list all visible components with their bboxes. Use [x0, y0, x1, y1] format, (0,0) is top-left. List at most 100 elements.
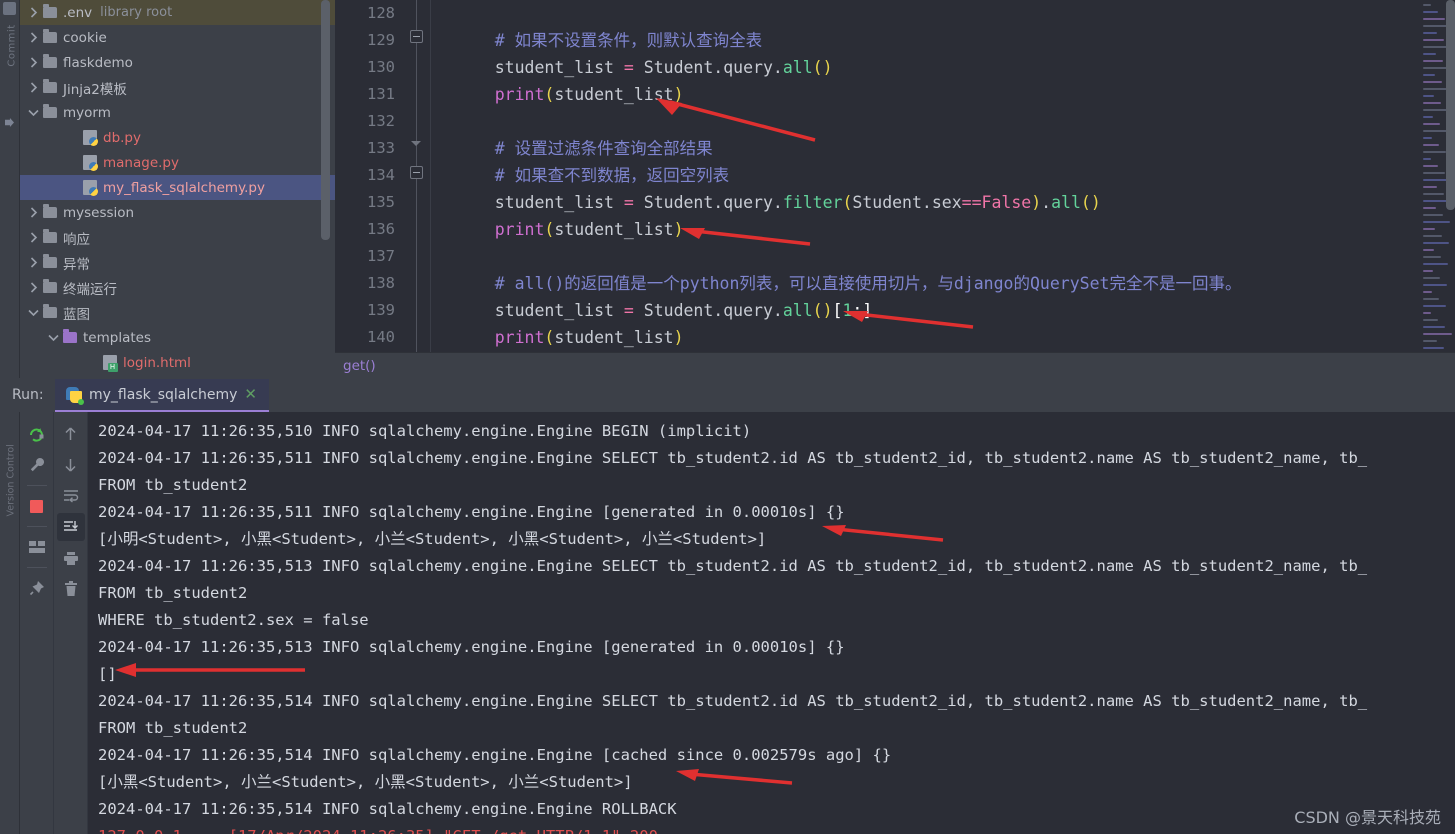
code-line[interactable]: # 设置过滤条件查询全部结果 [455, 135, 1419, 162]
tree-item-loginhtml[interactable]: login.html [20, 350, 335, 375]
toolbar-divider [26, 485, 47, 486]
code-line[interactable] [455, 243, 1419, 270]
trash-icon[interactable] [57, 575, 85, 603]
chevron-right-icon[interactable] [26, 5, 41, 20]
run-tool-window: Run: my_flask_sqlalchemy ✕ Version Contr… [0, 378, 1455, 834]
arrow-up-icon[interactable] [57, 420, 85, 448]
soft-wrap-icon[interactable] [57, 482, 85, 510]
line-number: 129 [367, 31, 395, 49]
tree-item-[interactable]: 蓝图 [20, 300, 335, 325]
tree-item-label: db.py [103, 129, 141, 146]
tree-item-[interactable]: 异常 [20, 250, 335, 275]
tree-item-myorm[interactable]: myorm [20, 100, 335, 125]
layout-icon[interactable] [23, 533, 51, 561]
code-line[interactable]: print(student_list) [455, 324, 1419, 351]
chevron-right-icon[interactable] [26, 205, 41, 220]
project-tree-panel[interactable]: .env library root cookie flaskdemo Jinja2模板 m… [20, 0, 335, 378]
chevron-down-icon[interactable] [26, 105, 41, 120]
print-icon[interactable] [57, 544, 85, 572]
console-output[interactable]: 2024-04-17 11:26:35,510 INFO sqlalchemy.… [88, 412, 1455, 834]
code-fold-column[interactable] [403, 0, 431, 352]
minimap-line [1423, 228, 1435, 230]
python-file-icon [81, 129, 98, 146]
console-line: 2024-04-17 11:26:35,514 INFO sqlalchemy.… [98, 746, 892, 764]
project-scrollbar[interactable] [321, 0, 330, 240]
run-strip-label[interactable]: Version Control [6, 444, 17, 516]
code-line[interactable]: # all()的返回值是一个python列表，可以直接使用切片，与django的… [455, 270, 1419, 297]
code-line[interactable]: # 如果不设置条件，则默认查询全表 [455, 27, 1419, 54]
fold-marker-icon[interactable] [410, 30, 423, 43]
code-line[interactable] [455, 108, 1419, 135]
fold-marker-icon[interactable] [410, 166, 423, 179]
breadcrumb[interactable]: get() [335, 352, 1455, 378]
minimap-line [1423, 284, 1447, 286]
chevron-right-icon[interactable] [26, 255, 41, 270]
arrow-down-icon[interactable] [57, 451, 85, 479]
code-line[interactable]: print(student_list) [455, 216, 1419, 243]
minimap-line [1423, 221, 1450, 223]
chevron-right-icon[interactable] [26, 30, 41, 45]
left-strip-label[interactable]: Commit [7, 18, 18, 74]
code-line[interactable]: student_list = Student.query.filter(Stud… [455, 189, 1419, 216]
chevron-down-icon[interactable] [46, 330, 61, 345]
close-icon[interactable]: ✕ [244, 387, 257, 402]
strip-handle-icon [3, 2, 16, 15]
rerun-icon[interactable] [23, 420, 51, 448]
chevron-right-icon[interactable] [26, 55, 41, 70]
run-toolbar-secondary[interactable] [54, 412, 88, 834]
chevron-right-icon[interactable] [26, 230, 41, 245]
editor-body[interactable]: 128 129 130 131 132 133 134 135 136 137 138 139 140 … [335, 0, 1455, 352]
tree-item-my_flask_sqlalchemypy[interactable]: my_flask_sqlalchemy.py [20, 175, 335, 200]
line-number: 130 [367, 58, 395, 76]
top-area: Commit .env library root cookie flaskdemo Ji… [0, 0, 1455, 378]
code-line[interactable]: # 如果查不到数据，返回空列表 [455, 162, 1419, 189]
scroll-to-end-icon[interactable] [56, 513, 85, 541]
code-line[interactable] [455, 0, 1419, 27]
no-chevron [86, 355, 101, 370]
tree-item-[interactable]: 响应 [20, 225, 335, 250]
pin-icon[interactable] [23, 574, 51, 602]
tree-item-templates[interactable]: templates [20, 325, 335, 350]
minimap-line [1423, 39, 1444, 41]
left-tool-strip[interactable]: Commit [0, 0, 20, 378]
run-left-strip[interactable]: Version Control [0, 412, 20, 834]
chevron-down-icon[interactable] [26, 305, 41, 320]
minimap-line [1423, 18, 1445, 20]
line-number: 136 [367, 220, 395, 238]
line-number: 132 [367, 112, 395, 130]
code-editor[interactable]: 128 129 130 131 132 133 134 135 136 137 138 139 140 … [335, 0, 1455, 378]
tree-item-sublabel: library root [100, 5, 173, 20]
run-header: Run: my_flask_sqlalchemy ✕ [0, 378, 1455, 412]
code-text-area[interactable]: # 如果不设置条件，则默认查询全表 student_list = Student… [431, 0, 1419, 352]
minimap-line [1423, 340, 1437, 342]
code-line[interactable]: student_list = Student.query.all() [455, 54, 1419, 81]
tree-item-[interactable]: 终端运行 [20, 275, 335, 300]
tree-item-flaskdemo[interactable]: flaskdemo [20, 50, 335, 75]
chevron-right-icon[interactable] [26, 280, 41, 295]
fold-marker-icon[interactable] [410, 138, 423, 151]
tree-item-dbpy[interactable]: db.py [20, 125, 335, 150]
minimap-line [1423, 319, 1438, 321]
chevron-right-icon[interactable] [26, 80, 41, 95]
wrench-icon[interactable] [23, 451, 51, 479]
tree-item-jinja2[interactable]: Jinja2模板 [20, 75, 335, 100]
editor-scrollbar[interactable] [1446, 0, 1455, 210]
tree-item-cookie[interactable]: cookie [20, 25, 335, 50]
run-toolbar-primary[interactable] [20, 412, 54, 834]
minimap-line [1423, 326, 1445, 328]
folder-icon [41, 229, 58, 246]
tree-item-label: cookie [63, 29, 107, 46]
code-line[interactable]: print(student_list) [455, 81, 1419, 108]
tree-item-env[interactable]: .env library root [20, 0, 335, 25]
minimap-line [1423, 305, 1446, 307]
tree-item-mysession[interactable]: mysession [20, 200, 335, 225]
stop-icon[interactable] [23, 492, 51, 520]
line-number: 128 [367, 4, 395, 22]
code-line[interactable]: student_list = Student.query.all()[1:] [455, 297, 1419, 324]
minimap-line [1423, 193, 1444, 195]
tree-item-managepy[interactable]: manage.py [20, 150, 335, 175]
console-line: 2024-04-17 11:26:35,513 INFO sqlalchemy.… [98, 557, 1368, 575]
console-line: FROM tb_student2 [98, 719, 248, 737]
expand-arrow-icon[interactable] [5, 118, 14, 127]
run-tab-my-flask-sqlalchemy[interactable]: my_flask_sqlalchemy ✕ [55, 379, 269, 412]
